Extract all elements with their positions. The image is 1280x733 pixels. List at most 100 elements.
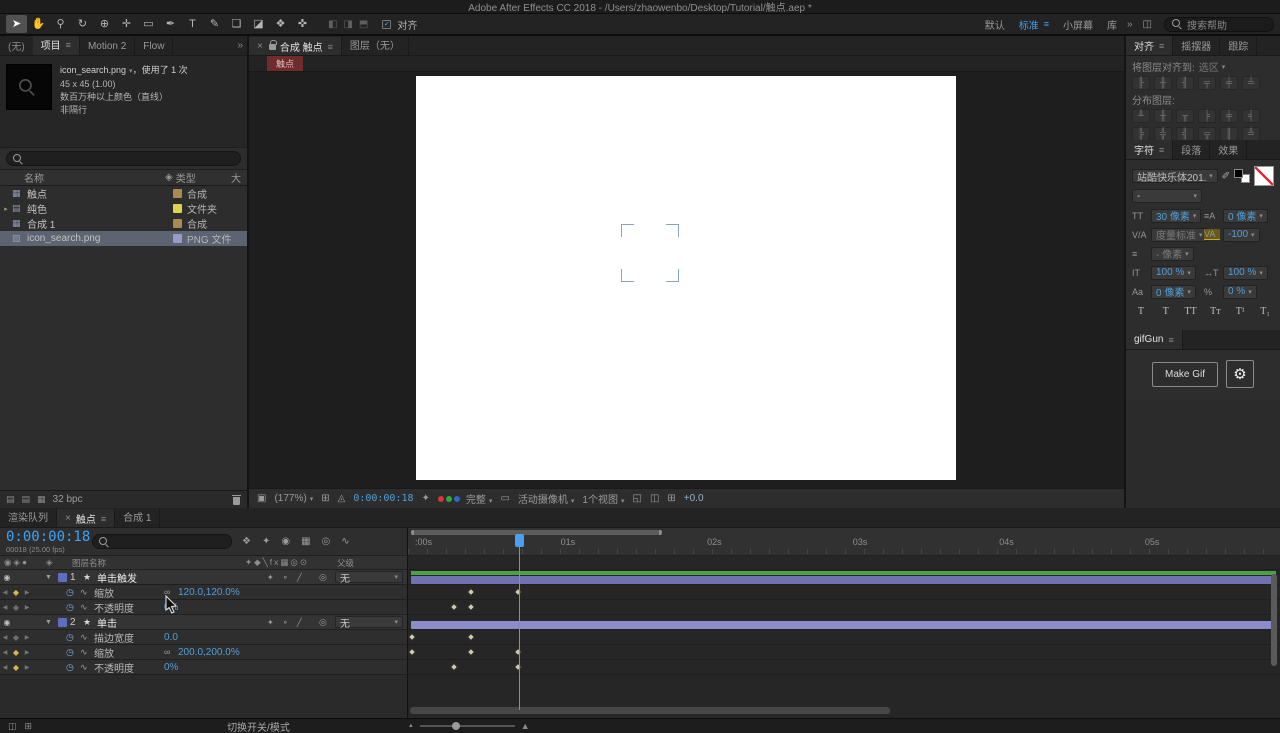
timeline-zoom-slider[interactable] [419,722,515,730]
new-folder-icon[interactable]: ▤ [22,494,31,505]
toggle-switches-modes-button[interactable]: 切换开关/模式 [227,719,290,733]
property-row[interactable]: ◀ ◆ ▶ ◷ ∿ 描边宽度 0.0 [0,630,1280,645]
keyframe-icon[interactable] [466,647,475,657]
timeline-vertical-scrollbar[interactable] [1271,574,1277,666]
comp-navigator-tab[interactable]: 触点 [267,56,304,71]
workspace-库[interactable]: 库 [1107,17,1117,32]
previous-keyframe-icon[interactable]: ◀ [0,634,10,641]
clone-stamp-tool[interactable]: ❏ [226,15,247,33]
keyframe-icon[interactable] [407,647,417,657]
text-style-button-icon[interactable]: T [1157,304,1175,318]
distribute-button-icon[interactable]: ╩ [1242,127,1260,141]
align-to-dropdown[interactable]: 选区 [1199,59,1219,74]
tsume-dropdown[interactable]: 0 % ▾ [1223,284,1257,299]
tab-项目[interactable]: 项目 ≡ [32,36,80,55]
keyframe-icon[interactable] [513,647,522,657]
column-name[interactable]: 名称 [0,170,165,185]
project-item[interactable]: ▸ ▤ 纯色 文件夹 [0,201,247,216]
stopwatch-icon[interactable]: ◷ [66,647,80,658]
eraser-tool[interactable]: ◪ [248,15,269,33]
tab-overflow-icon[interactable]: » [237,40,243,51]
expand-layer-switches-icon[interactable]: ◫ [8,721,17,732]
eyedropper-icon[interactable]: ✐ [1222,171,1230,182]
graph-icon[interactable]: ∿ [80,587,94,598]
font-style-dropdown[interactable]: - ▾ [1132,189,1202,203]
panel-menu-icon[interactable]: ≡ [1159,145,1164,155]
property-value[interactable]: 200.0,200.0% [178,647,240,658]
snapshot-icon[interactable]: ✦ [422,493,430,504]
zoom-out-icon[interactable]: ▲ [408,723,414,729]
expand-arrow-icon[interactable]: ▼ [42,619,55,626]
camera-tool[interactable]: ⊕ [94,15,115,33]
workspace-overflow-icon[interactable]: » [1127,19,1133,30]
zoom-in-icon[interactable]: ▲ [521,721,530,731]
graph-icon[interactable]: ∿ [80,647,94,658]
font-family-dropdown[interactable]: 站酷快乐体201... ▾ [1132,169,1218,183]
text-style-button-icon[interactable]: T [1132,304,1150,318]
horizontal-scale-dropdown[interactable]: 100 % ▾ [1223,265,1268,280]
align-button-icon[interactable]: ╟ [1132,76,1150,90]
project-search-input[interactable] [6,151,241,166]
add-keyframe-icon[interactable]: ◆ [10,663,22,672]
text-style-button-icon[interactable]: T¹ [1231,304,1249,318]
gifgun-settings-button[interactable]: ⚙ [1226,360,1254,388]
panel-menu-icon[interactable]: ≡ [101,514,106,524]
keyframe-icon[interactable] [449,662,459,672]
motion-blur-switch-icon[interactable]: ◎ [319,617,335,628]
tab-触点[interactable]: × 触点 ≡ [57,508,116,527]
composition-viewer[interactable] [249,72,1124,488]
keyframe-icon[interactable] [466,632,475,642]
playhead-handle[interactable] [514,534,524,547]
label-color-chip[interactable] [173,234,182,243]
parent-dropdown[interactable]: 无 ▾ [335,616,403,630]
expand-transfer-modes-icon[interactable]: ⊞ [25,721,33,732]
zoom-tool[interactable]: ⚲ [50,15,71,33]
layer-row[interactable]: ◉ ▼ 2 ★ 单击 ✦ ⚬ ╱ ◎ 无 ▾ [0,615,1280,630]
baseline-shift-dropdown[interactable]: 0 像素 ▾ [1151,284,1196,299]
distribute-button-icon[interactable]: ╡ [1242,109,1260,123]
interpret-footage-icon[interactable]: ▤ [6,494,15,505]
keyframe-icon[interactable] [407,632,417,642]
marker-strip[interactable] [408,556,1280,570]
property-row[interactable]: ◀◆▶◷∿不透明度0% [0,600,1280,615]
distribute-button-icon[interactable]: ╣ [1176,127,1194,141]
distribute-button-icon[interactable]: ╥ [1176,109,1194,123]
timeline-button-icon[interactable]: ⊞ [667,493,675,504]
current-timecode[interactable]: 0:00:00:18 [6,529,92,545]
selection-tool[interactable]: ➤ [6,14,27,33]
grid-guides-icon[interactable]: ⊞ [321,493,329,504]
close-icon[interactable]: × [65,513,71,524]
keyframe-icon[interactable] [513,587,522,597]
align-button-icon[interactable]: ╪ [1220,76,1238,90]
magnification-dropdown[interactable]: (177%) ▾ [274,493,313,504]
workspace-menu-icon[interactable]: ≡ [1044,19,1049,29]
tab-gifGun[interactable]: gifGun ≡ [1126,330,1183,349]
panel-menu-icon[interactable]: ≡ [328,42,333,52]
workspace-小屏幕[interactable]: 小屏幕 [1063,17,1093,32]
mask-visibility-icon[interactable]: ◬ [338,493,346,504]
fast-previews-icon[interactable]: ◫ [650,493,659,504]
playhead[interactable] [514,534,524,710]
composition-canvas[interactable] [416,76,956,480]
property-name[interactable]: 不透明度 [94,660,164,675]
layer-name[interactable]: 单击 [97,615,267,630]
align-button-icon[interactable]: ╫ [1154,76,1172,90]
tab-效果[interactable]: 效果 [1210,140,1248,159]
zoom-slider-thumb[interactable] [451,722,460,730]
snap-checkbox[interactable]: ✓ [382,19,392,29]
project-bit-depth[interactable]: 32 bpc [53,494,83,505]
layer-row[interactable]: ◉ ▼ 1 ★ 单击触发 ✦ ⚬ ╱ ◎ 无 ▾ [0,570,1280,585]
tab-合成 1[interactable]: 合成 1 [115,508,161,527]
parent-dropdown[interactable]: 无 ▾ [335,571,403,585]
layer-name-header[interactable]: 图层名称 [72,557,245,569]
new-composition-icon[interactable]: ▦ [37,494,46,505]
distribute-button-icon[interactable]: ╪ [1220,109,1238,123]
property-track[interactable] [407,630,1280,645]
expand-arrow-icon[interactable]: ▸ [0,205,12,213]
expand-arrow-icon[interactable]: ▼ [42,574,55,581]
property-name[interactable]: 缩放 [94,645,164,660]
pen-tool[interactable]: ✒ [160,15,181,33]
parent-header[interactable]: 父级 [337,557,407,569]
add-keyframe-icon[interactable]: ◆ [10,648,22,657]
tab-图层（无）[interactable]: 图层（无） [341,36,409,55]
